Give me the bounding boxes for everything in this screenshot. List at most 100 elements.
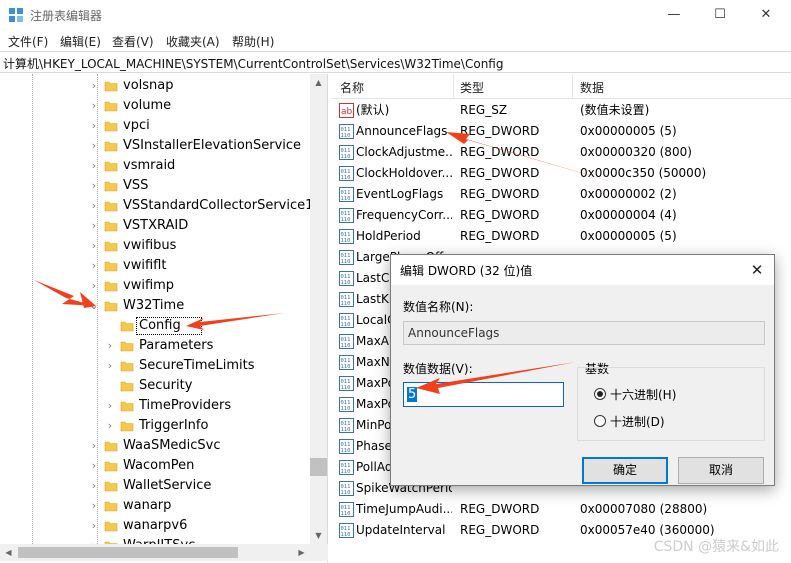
tree-item[interactable]: › volsnap bbox=[0, 76, 310, 96]
chevron-right-icon[interactable]: › bbox=[88, 476, 100, 496]
tree-item[interactable]: › volume bbox=[0, 96, 310, 116]
chevron-right-icon[interactable]: › bbox=[104, 356, 116, 376]
folder-icon bbox=[104, 459, 118, 473]
value-type: REG_DWORD bbox=[460, 124, 540, 138]
scroll-up-icon[interactable]: ▲ bbox=[310, 74, 327, 91]
tree-item[interactable]: › wanarpv6 bbox=[0, 516, 310, 536]
tree-item[interactable]: › TriggerInfo bbox=[0, 416, 310, 436]
chevron-right-icon[interactable]: › bbox=[88, 196, 100, 216]
menu-file[interactable]: 文件(F) bbox=[8, 33, 48, 50]
hex-radio-label[interactable]: 十六进制(H) bbox=[610, 386, 676, 403]
chevron-right-icon[interactable]: › bbox=[88, 76, 100, 96]
chevron-right-icon[interactable]: › bbox=[88, 156, 100, 176]
tree-item[interactable]: › SecureTimeLimits bbox=[0, 356, 310, 376]
value-type: REG_DWORD bbox=[460, 166, 540, 180]
menu-view[interactable]: 查看(V) bbox=[112, 33, 154, 50]
tree-vertical-scroll-thumb[interactable] bbox=[310, 458, 327, 476]
tree-item[interactable]: Config bbox=[0, 316, 310, 336]
chevron-right-icon[interactable]: › bbox=[104, 336, 116, 356]
address-path[interactable]: 计算机\HKEY_LOCAL_MACHINE\SYSTEM\CurrentCon… bbox=[3, 55, 503, 72]
chevron-right-icon[interactable]: › bbox=[88, 176, 100, 196]
maximize-button[interactable]: ☐ bbox=[697, 0, 743, 30]
tree-item[interactable]: › vsmraid bbox=[0, 156, 310, 176]
value-row[interactable]: 011 110 TimeJumpAudi... REG_DWORD 0x00007080… bbox=[332, 499, 791, 520]
tree-item[interactable]: ⌄ W32Time bbox=[0, 296, 310, 316]
cancel-button[interactable]: 取消 bbox=[678, 457, 764, 484]
tree-item-label: Config bbox=[139, 318, 181, 333]
chevron-right-icon[interactable]: › bbox=[88, 136, 100, 156]
value-data: 0x00000320 (800) bbox=[580, 145, 692, 159]
watermark: CSDN @猿来&如此 bbox=[653, 539, 779, 555]
chevron-down-icon[interactable]: ⌄ bbox=[88, 296, 100, 316]
chevron-right-icon[interactable]: › bbox=[88, 96, 100, 116]
ok-button[interactable]: 确定 bbox=[582, 457, 668, 484]
menu-favorites[interactable]: 收藏夹(A) bbox=[166, 33, 220, 50]
tree-item-label: WacomPen bbox=[123, 458, 195, 473]
menu-edit[interactable]: 编辑(E) bbox=[60, 33, 101, 50]
tree-item[interactable]: › WaaSMedicSvc bbox=[0, 436, 310, 456]
tree-item[interactable]: › vwifimp bbox=[0, 276, 310, 296]
tree-item[interactable]: › WacomPen bbox=[0, 456, 310, 476]
hex-radio[interactable] bbox=[594, 388, 606, 400]
value-name: ClockHoldover... bbox=[356, 166, 452, 180]
chevron-right-icon[interactable]: › bbox=[88, 236, 100, 256]
value-row[interactable]: 011 110 ClockAdjustme... REG_DWORD 0x0000032… bbox=[332, 142, 791, 163]
dec-radio[interactable] bbox=[594, 415, 606, 427]
value-data-input[interactable]: 5 bbox=[403, 382, 564, 407]
menu-help[interactable]: 帮助(H) bbox=[232, 33, 274, 50]
column-header-data[interactable]: 数据 bbox=[580, 79, 604, 96]
scroll-down-icon[interactable]: ▼ bbox=[310, 527, 327, 544]
tree-item[interactable]: › VSInstallerElevationService bbox=[0, 136, 310, 156]
value-row[interactable]: 011 110 ClockHoldover... REG_DWORD 0x0000c35… bbox=[332, 163, 791, 184]
chevron-right-icon[interactable]: › bbox=[88, 256, 100, 276]
chevron-right-icon[interactable]: › bbox=[88, 456, 100, 476]
chevron-right-icon[interactable]: › bbox=[88, 516, 100, 536]
scroll-left-icon[interactable]: ◀ bbox=[0, 544, 17, 561]
chevron-right-icon[interactable]: › bbox=[88, 276, 100, 296]
value-type: REG_DWORD bbox=[460, 187, 540, 201]
chevron-right-icon[interactable]: › bbox=[104, 396, 116, 416]
dialog-title-bar: 编辑 DWORD (32 位)值 ✕ bbox=[391, 255, 774, 285]
tree-item-label: VSS bbox=[123, 178, 149, 193]
chevron-right-icon[interactable]: › bbox=[88, 216, 100, 236]
tree-item[interactable]: › WalletService bbox=[0, 476, 310, 496]
folder-icon bbox=[104, 79, 118, 93]
value-row[interactable]: 011 110 FrequencyCorr... REG_DWORD 0x0000000… bbox=[332, 205, 791, 226]
tree-item[interactable]: › TimeProviders bbox=[0, 396, 310, 416]
tree-horizontal-scroll-thumb[interactable] bbox=[18, 547, 238, 558]
address-bar[interactable]: 计算机\HKEY_LOCAL_MACHINE\SYSTEM\CurrentCon… bbox=[0, 51, 791, 73]
value-row[interactable]: 011 110 HoldPeriod REG_DWORD 0x00000005 (5) bbox=[332, 226, 791, 247]
tree-item[interactable]: Security bbox=[0, 376, 310, 396]
binary-value-icon: 011 110 bbox=[339, 418, 354, 433]
chevron-right-icon[interactable]: › bbox=[88, 116, 100, 136]
svg-text:ab: ab bbox=[341, 107, 353, 117]
column-divider[interactable] bbox=[572, 74, 573, 99]
column-divider[interactable] bbox=[453, 74, 454, 99]
svg-text:110: 110 bbox=[341, 196, 351, 202]
dialog-close-icon[interactable]: ✕ bbox=[744, 257, 770, 283]
tree-item[interactable]: › vpci bbox=[0, 116, 310, 136]
folder-icon bbox=[104, 179, 118, 193]
tree-item[interactable]: › Parameters bbox=[0, 336, 310, 356]
dec-radio-label[interactable]: 十进制(D) bbox=[610, 413, 665, 430]
tree-item[interactable]: › wanarp bbox=[0, 496, 310, 516]
close-button[interactable]: ✕ bbox=[743, 0, 789, 30]
column-header-name[interactable]: 名称 bbox=[340, 79, 364, 96]
chevron-right-icon[interactable]: › bbox=[104, 416, 116, 436]
value-row[interactable]: 011 110 AnnounceFlags REG_DWORD 0x00000005 (… bbox=[332, 121, 791, 142]
tree-item[interactable]: › VSS bbox=[0, 176, 310, 196]
radio-selected-dot bbox=[597, 391, 603, 397]
tree-item[interactable]: › VSTXRAID bbox=[0, 216, 310, 236]
tree-item[interactable]: › vwififlt bbox=[0, 256, 310, 276]
binary-value-icon: 011 110 bbox=[339, 229, 354, 244]
value-row[interactable]: ab (默认) REG_SZ (数值未设置) bbox=[332, 100, 791, 121]
tree-item[interactable]: › VSStandardCollectorService150 bbox=[0, 196, 327, 216]
value-type: REG_SZ bbox=[460, 103, 508, 117]
value-row[interactable]: 011 110 EventLogFlags REG_DWORD 0x00000002 (… bbox=[332, 184, 791, 205]
chevron-right-icon[interactable]: › bbox=[88, 496, 100, 516]
minimize-button[interactable]: — bbox=[651, 0, 697, 30]
column-header-type[interactable]: 类型 bbox=[460, 79, 484, 96]
tree-item[interactable]: › vwifibus bbox=[0, 236, 310, 256]
scroll-right-icon[interactable]: ▶ bbox=[293, 544, 310, 561]
chevron-right-icon[interactable]: › bbox=[88, 436, 100, 456]
